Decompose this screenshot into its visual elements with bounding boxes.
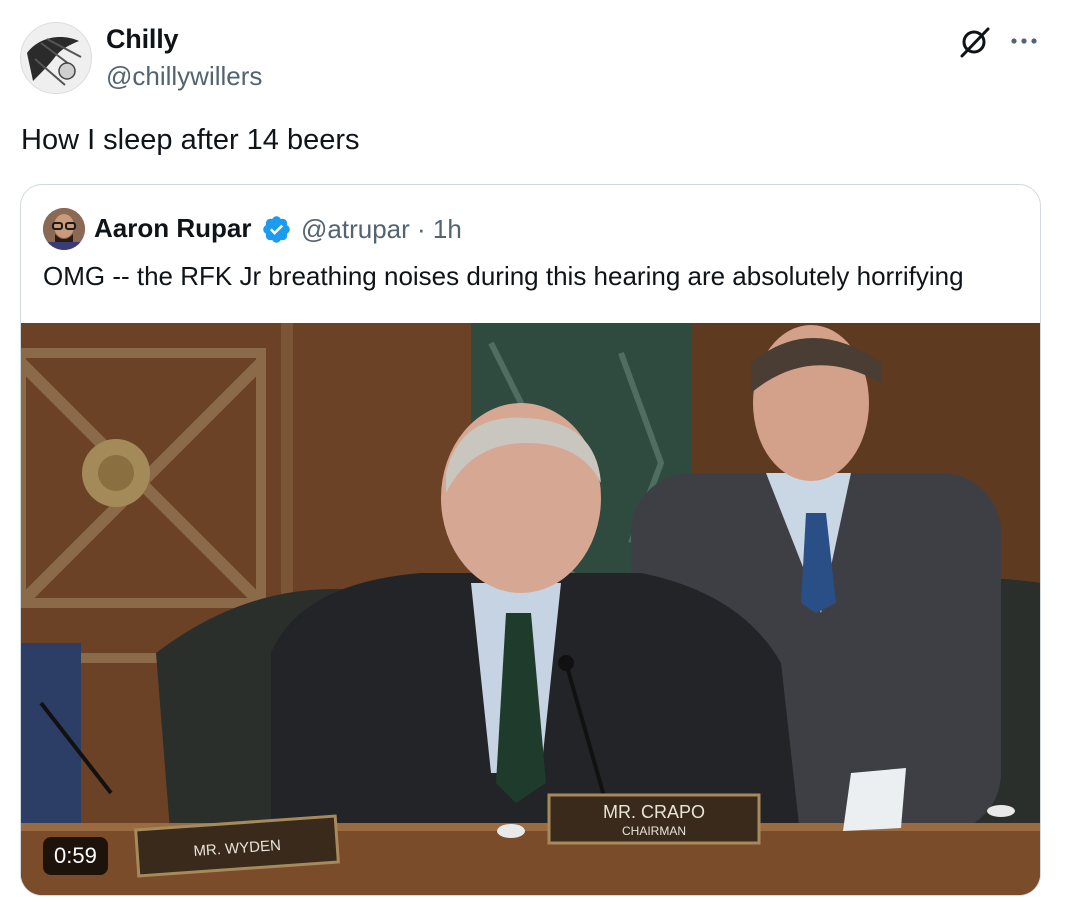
video-frame: MR. CRAPO CHAIRMAN MR. WYDEN [21, 323, 1040, 895]
quoted-tweet-card[interactable]: Aaron Rupar @atrupar · 1h OMG -- the RFK… [20, 184, 1041, 896]
video-player[interactable]: MR. CRAPO CHAIRMAN MR. WYDEN 0:59 [21, 323, 1040, 895]
grok-icon[interactable] [957, 24, 993, 60]
video-duration-badge: 0:59 [43, 837, 108, 875]
quoted-tweet-text: OMG -- the RFK Jr breathing noises durin… [43, 261, 964, 291]
author-handle[interactable]: @chillywillers [106, 61, 262, 92]
nameplate-center-name: MR. CRAPO [603, 802, 705, 822]
author-display-name[interactable]: Chilly [106, 24, 179, 55]
verified-badge-icon [261, 214, 292, 245]
tweet-text: How I sleep after 14 beers [21, 124, 360, 156]
nameplate-center-title: CHAIRMAN [622, 824, 686, 838]
more-options-icon[interactable] [1007, 24, 1041, 58]
quoted-author-display-name[interactable]: Aaron Rupar [94, 213, 251, 244]
quoted-author-avatar[interactable] [43, 208, 85, 250]
quoted-author-handle-time[interactable]: @atrupar · 1h [301, 214, 462, 245]
author-avatar[interactable] [20, 22, 92, 94]
